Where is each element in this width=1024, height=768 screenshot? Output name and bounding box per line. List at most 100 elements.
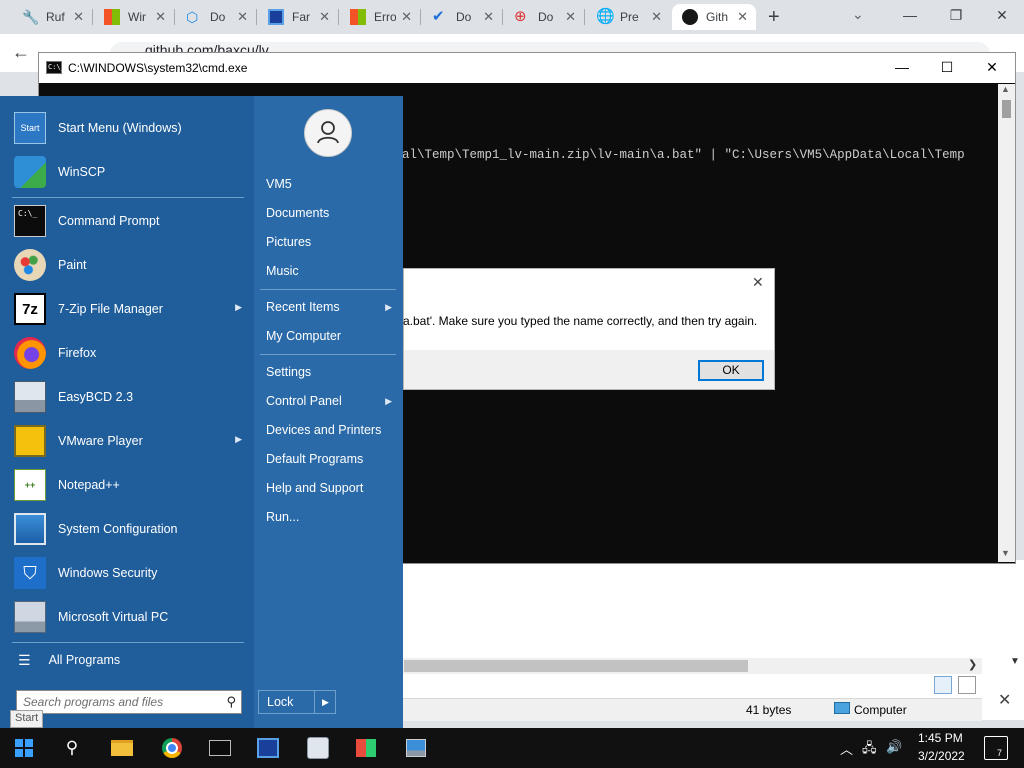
taskbar-search-icon[interactable]: ⚲ (60, 736, 84, 760)
program-system-configuration[interactable]: System Configuration (10, 508, 246, 550)
shield-icon: ⛉ (14, 557, 46, 589)
place-my-computer[interactable]: My Computer (266, 325, 394, 347)
browser-tab[interactable]: Far ✕ (258, 4, 338, 30)
browser-close-button[interactable]: ✕ (982, 4, 1022, 26)
start-search-box[interactable]: ⚲ (16, 690, 242, 714)
browser-tab[interactable]: 🌐 Pre ✕ (586, 4, 670, 30)
cmd-window-title: C:\WINDOWS\system32\cmd.exe (68, 61, 248, 75)
scroll-down-arrow-icon[interactable]: ▼ (1001, 548, 1010, 558)
scroll-down-arrow-icon[interactable]: ▼ (1010, 656, 1020, 667)
user-avatar[interactable] (304, 109, 352, 157)
place-settings[interactable]: Settings (266, 361, 394, 383)
network-icon[interactable]: 🖧 (862, 739, 877, 761)
program-easybcd[interactable]: EasyBCD 2.3 (10, 376, 246, 418)
file-explorer-icon[interactable] (110, 736, 134, 760)
notification-center-icon[interactable] (984, 736, 1008, 760)
browser-restore-button[interactable]: ❐ (936, 4, 976, 26)
browser-tab-active[interactable]: Gith ✕ (672, 4, 756, 30)
program-start-menu[interactable]: Start Start Menu (Windows) (10, 107, 246, 149)
tab-close-icon[interactable]: ✕ (737, 9, 748, 25)
start-button[interactable] (12, 736, 36, 760)
cmd-vertical-scrollbar[interactable] (998, 84, 1015, 562)
status-location: Computer (854, 703, 907, 717)
far-manager-icon (268, 9, 284, 25)
submenu-arrow-icon: ▶ (235, 302, 242, 312)
place-control-panel[interactable]: Control Panel ▶ (266, 390, 394, 412)
notification-count: 7 (997, 748, 1003, 758)
target-icon: ⊕ (514, 8, 527, 25)
github-icon (682, 9, 698, 25)
browser-tab[interactable]: ✔ Do ✕ (422, 4, 502, 30)
program-paint[interactable]: Paint (10, 244, 246, 286)
volume-icon[interactable]: 🔊 (886, 739, 902, 755)
far-manager-taskbar-icon[interactable] (256, 736, 280, 760)
tab-close-icon[interactable]: ✕ (237, 9, 248, 25)
start-tooltip: Start (10, 710, 44, 728)
browser-tab[interactable]: ⬡ Do ✕ (176, 4, 256, 30)
browser-tab[interactable]: Erro ✕ (340, 4, 420, 30)
ok-button[interactable]: OK (698, 360, 764, 381)
place-recent-items[interactable]: Recent Items ▶ (266, 296, 394, 318)
tab-close-icon[interactable]: ✕ (73, 9, 84, 25)
dialog-close-icon[interactable]: ✕ (752, 274, 764, 291)
tab-close-icon[interactable]: ✕ (565, 9, 576, 25)
place-run[interactable]: Run... (266, 506, 394, 528)
tab-close-icon[interactable]: ✕ (319, 9, 330, 25)
browser-tab[interactable]: Wir ✕ (94, 4, 174, 30)
place-music[interactable]: Music (266, 260, 394, 282)
virtual-pc-icon (14, 601, 46, 633)
tab-close-icon[interactable]: ✕ (483, 9, 494, 25)
submenu-arrow-icon: ▶ (235, 434, 242, 444)
globe-icon: 🌐 (596, 8, 615, 25)
program-command-prompt[interactable]: C:\_ Command Prompt (10, 200, 246, 242)
browser-tab[interactable]: ⊕ Do ✕ (504, 4, 584, 30)
program-winscp[interactable]: WinSCP (10, 151, 246, 193)
preview-view-icon[interactable] (958, 676, 976, 694)
browser-minimize-button[interactable]: — (890, 4, 930, 26)
cmd-close-button[interactable]: ✕ (970, 55, 1014, 79)
all-programs-button[interactable]: ☰ All Programs (16, 648, 246, 672)
place-user-folder[interactable]: VM5 (266, 173, 394, 195)
lock-options-arrow-icon[interactable]: ▶ (314, 690, 336, 714)
windows-flag-icon[interactable] (354, 736, 378, 760)
back-arrow-icon[interactable]: ← (12, 42, 30, 63)
close-icon[interactable]: ✕ (998, 690, 1011, 710)
program-vmware-player[interactable]: VMware Player ▶ (10, 420, 246, 462)
cmd-minimize-button[interactable]: — (880, 55, 924, 79)
clock-date[interactable]: 3/2/2022 (918, 749, 965, 763)
program-7zip[interactable]: 7z 7-Zip File Manager ▶ (10, 288, 246, 330)
show-hidden-icons-chevron-icon[interactable]: ︿ (840, 739, 853, 758)
browser-tab[interactable]: 🔧 Ruf ✕ (12, 4, 92, 30)
search-icon[interactable]: ⚲ (226, 694, 236, 710)
horizontal-scrollbar-thumb[interactable] (404, 660, 748, 672)
list-icon: ☰ (18, 651, 31, 668)
tab-close-icon[interactable]: ✕ (401, 9, 412, 25)
app-taskbar-icon[interactable] (306, 736, 330, 760)
clock-time[interactable]: 1:45 PM (918, 731, 963, 745)
tab-close-icon[interactable]: ✕ (651, 9, 662, 25)
scroll-right-arrow-icon[interactable]: ❯ (968, 658, 977, 671)
details-view-icon[interactable] (934, 676, 952, 694)
place-help-and-support[interactable]: Help and Support (266, 477, 394, 499)
virtual-pc-taskbar-icon[interactable] (404, 736, 428, 760)
chrome-icon[interactable] (160, 736, 184, 760)
program-virtual-pc[interactable]: Microsoft Virtual PC (10, 596, 246, 638)
download-site-icon: ⬡ (186, 9, 199, 25)
cmd-scrollbar-thumb[interactable] (1002, 100, 1011, 118)
search-input[interactable] (21, 694, 215, 710)
place-devices-and-printers[interactable]: Devices and Printers (266, 419, 394, 441)
scroll-up-arrow-icon[interactable]: ▲ (1001, 84, 1010, 94)
program-windows-security[interactable]: ⛉ Windows Security (10, 552, 246, 594)
cmd-taskbar-icon[interactable] (208, 736, 232, 760)
program-firefox[interactable]: Firefox (10, 332, 246, 374)
place-default-programs[interactable]: Default Programs (266, 448, 394, 470)
cmd-maximize-button[interactable]: ☐ (925, 55, 969, 79)
program-notepad-plus-plus[interactable]: ++ Notepad++ (10, 464, 246, 506)
tab-search-chevron-icon[interactable]: ⌄ (852, 6, 864, 23)
windows-logo-icon (350, 9, 366, 25)
new-tab-button[interactable]: + (768, 6, 780, 29)
place-documents[interactable]: Documents (266, 202, 394, 224)
place-pictures[interactable]: Pictures (266, 231, 394, 253)
cmd-window-icon: C:\_ (46, 61, 65, 74)
tab-close-icon[interactable]: ✕ (155, 9, 166, 25)
